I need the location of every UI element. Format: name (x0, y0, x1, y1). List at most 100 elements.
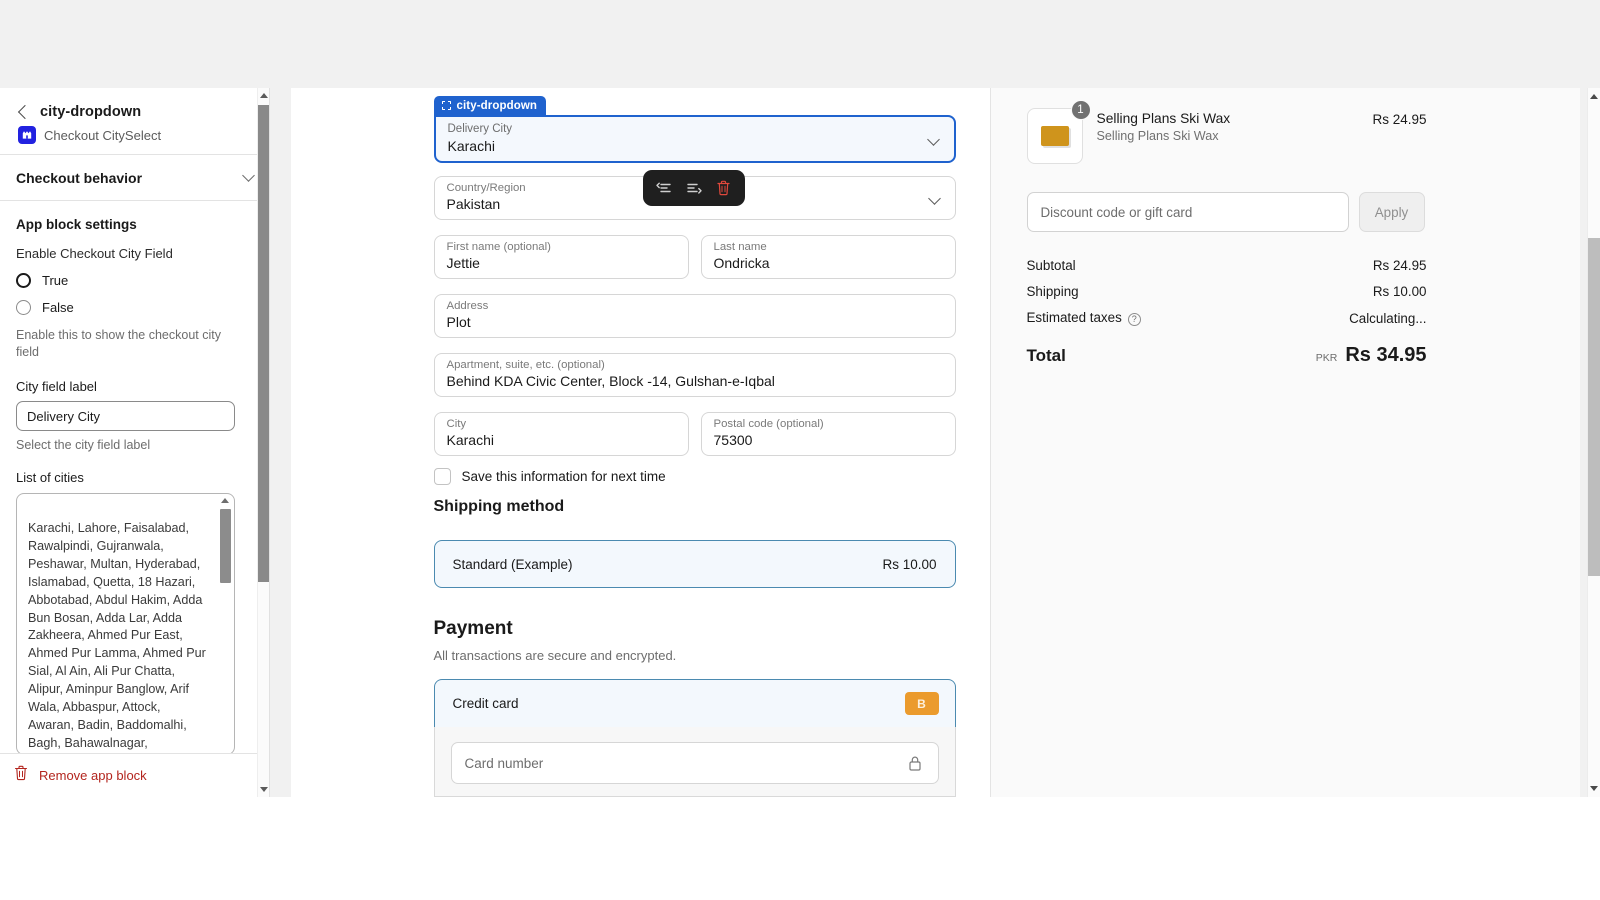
radio-option-true[interactable]: True (16, 273, 253, 288)
scrollbar-thumb[interactable] (1588, 238, 1600, 576)
shipping-label: Shipping (1026, 284, 1079, 299)
radio-option-false[interactable]: False (16, 300, 253, 315)
editor-window: city-dropdown Checkout CitySelect Checko… (0, 0, 1600, 900)
delete-block-button[interactable] (712, 176, 736, 200)
estimated-taxes-label: Estimated taxes (1026, 310, 1122, 325)
move-up-button[interactable] (652, 176, 676, 200)
product-thumbnail: 1 (1026, 100, 1091, 164)
app-block-badge[interactable]: city-dropdown (433, 96, 547, 115)
shipping-row: Shipping Rs 10.00 (1027, 284, 1427, 299)
line-item-variant: Selling Plans Ski Wax (1096, 129, 1219, 143)
total-value: Rs 34.95 (1345, 344, 1427, 366)
sidebar-title-row[interactable]: city-dropdown (16, 104, 253, 120)
shipping-option-price: Rs 10.00 (882, 556, 937, 572)
checkout-cityselect-app-icon (18, 126, 36, 144)
list-of-cities-textarea[interactable]: Karachi, Lahore, Faisalabad, Rawalpindi,… (16, 493, 235, 755)
postal-code-field[interactable]: Postal code (optional) 75300 (700, 412, 956, 456)
sidebar-header: city-dropdown Checkout CitySelect (0, 88, 269, 155)
settings-sidebar: city-dropdown Checkout CitySelect Checko… (0, 88, 270, 797)
bogus-gateway-badge: B (904, 692, 939, 715)
apartment-label: Apartment, suite, etc. (optional) (446, 359, 605, 371)
scroll-up-icon[interactable] (259, 93, 268, 98)
last-name-field[interactable]: Last name Ondricka (700, 235, 956, 279)
total-right: PKR Rs 34.95 (1316, 344, 1427, 367)
app-name: Checkout CitySelect (44, 127, 162, 143)
trash-icon (14, 765, 28, 786)
credit-card-option[interactable]: Credit card B (433, 679, 956, 727)
scroll-down-icon[interactable] (259, 787, 268, 792)
chevron-down-icon[interactable] (926, 133, 940, 146)
delivery-city-field[interactable]: Delivery City Karachi (433, 115, 956, 163)
first-name-field[interactable]: First name (optional) Jettie (433, 235, 689, 279)
shipping-method-heading: Shipping method (433, 498, 565, 515)
apartment-value: Behind KDA Civic Center, Block -14, Guls… (446, 373, 775, 389)
payment-heading: Payment (433, 618, 513, 639)
subtotal-row: Subtotal Rs 24.95 (1027, 258, 1427, 273)
scrollbar-thumb[interactable] (258, 105, 269, 582)
estimated-taxes-value: Calculating... (1349, 310, 1427, 326)
textarea-scrollbar[interactable] (219, 496, 232, 754)
scroll-up-icon[interactable] (1590, 94, 1598, 99)
save-information-label: Save this information for next time (461, 469, 666, 484)
address-value: Plot (446, 314, 471, 330)
window-scrollbar[interactable] (1587, 88, 1600, 797)
last-name-label: Last name (713, 241, 767, 253)
city-field-label-input[interactable]: Delivery City (16, 401, 235, 431)
subtotal-label: Subtotal (1026, 258, 1076, 273)
sidebar-scrollbar[interactable] (257, 88, 269, 797)
checkout-preview: city-dropdown Delivery City Karachi Coun… (290, 88, 1580, 797)
enable-help-text: Enable this to show the checkout city fi… (16, 328, 221, 359)
chevron-left-icon[interactable] (17, 104, 33, 120)
radio-true-input[interactable] (16, 273, 31, 288)
section-title: Checkout behavior (16, 169, 143, 186)
credit-card-label: Credit card (452, 696, 519, 711)
chevron-down-icon[interactable] (242, 169, 255, 182)
estimated-taxes-row: Estimated taxes? Calculating... (1027, 310, 1427, 326)
city-field[interactable]: City Karachi (433, 412, 689, 456)
quantity-badge: 1 (1070, 100, 1091, 120)
city-label: City (446, 418, 467, 430)
total-label: Total (1026, 346, 1066, 365)
scroll-down-icon[interactable] (1590, 786, 1598, 791)
chevron-down-icon[interactable] (927, 192, 941, 205)
country-region-value: Pakistan (446, 196, 501, 212)
apply-label: Apply (1374, 204, 1409, 220)
apply-discount-button[interactable]: Apply (1358, 192, 1425, 232)
order-summary-column: 1 Selling Plans Ski Wax Selling Plans Sk… (990, 88, 1580, 797)
first-name-label: First name (optional) (446, 241, 551, 253)
scroll-up-icon[interactable] (221, 498, 229, 503)
enable-city-field-label: Enable Checkout City Field (16, 246, 173, 261)
city-field-label-value: Delivery City (27, 408, 100, 424)
block-toolbar[interactable] (642, 170, 745, 206)
totals: Subtotal Rs 24.95 Shipping Rs 10.00 Esti… (1027, 258, 1427, 367)
bottom-background (0, 797, 1600, 900)
postal-code-label: Postal code (optional) (713, 418, 824, 430)
save-information-row[interactable]: Save this information for next time (433, 468, 666, 485)
list-of-cities-value: Karachi, Lahore, Faisalabad, Rawalpindi,… (28, 521, 206, 750)
card-number-input[interactable]: Card number (450, 742, 939, 784)
total-row: Total PKR Rs 34.95 (1027, 344, 1427, 367)
line-item-texts: Selling Plans Ski Wax Selling Plans Ski … (1097, 108, 1359, 143)
discount-code-input[interactable]: Discount code or gift card (1026, 192, 1349, 232)
shipping-option[interactable]: Standard (Example) Rs 10.00 (433, 540, 956, 588)
checkout-form-column: city-dropdown Delivery City Karachi Coun… (290, 88, 991, 797)
payment-subtitle: All transactions are secure and encrypte… (433, 648, 677, 663)
city-value: Karachi (446, 432, 494, 448)
address-field[interactable]: Address Plot (433, 294, 956, 338)
radio-false-input[interactable] (16, 300, 31, 315)
info-icon[interactable]: ? (1127, 313, 1141, 326)
last-name-value: Ondricka (713, 255, 770, 271)
save-information-checkbox[interactable] (433, 468, 451, 485)
top-background (0, 0, 1600, 88)
delivery-city-label: Delivery City (447, 123, 513, 135)
move-down-button[interactable] (682, 176, 706, 200)
line-item-price: Rs 24.95 (1372, 112, 1427, 127)
card-number-placeholder: Card number (464, 756, 544, 771)
discount-row: Discount code or gift card Apply (1026, 192, 1427, 232)
checkout-behavior-section[interactable]: Checkout behavior (0, 155, 269, 201)
settings-heading: App block settings (16, 217, 137, 232)
apartment-field[interactable]: Apartment, suite, etc. (optional) Behind… (433, 353, 956, 397)
list-of-cities-title: List of cities (16, 470, 84, 485)
scrollbar-thumb[interactable] (220, 509, 231, 583)
remove-app-block-button[interactable]: Remove app block (0, 753, 258, 797)
